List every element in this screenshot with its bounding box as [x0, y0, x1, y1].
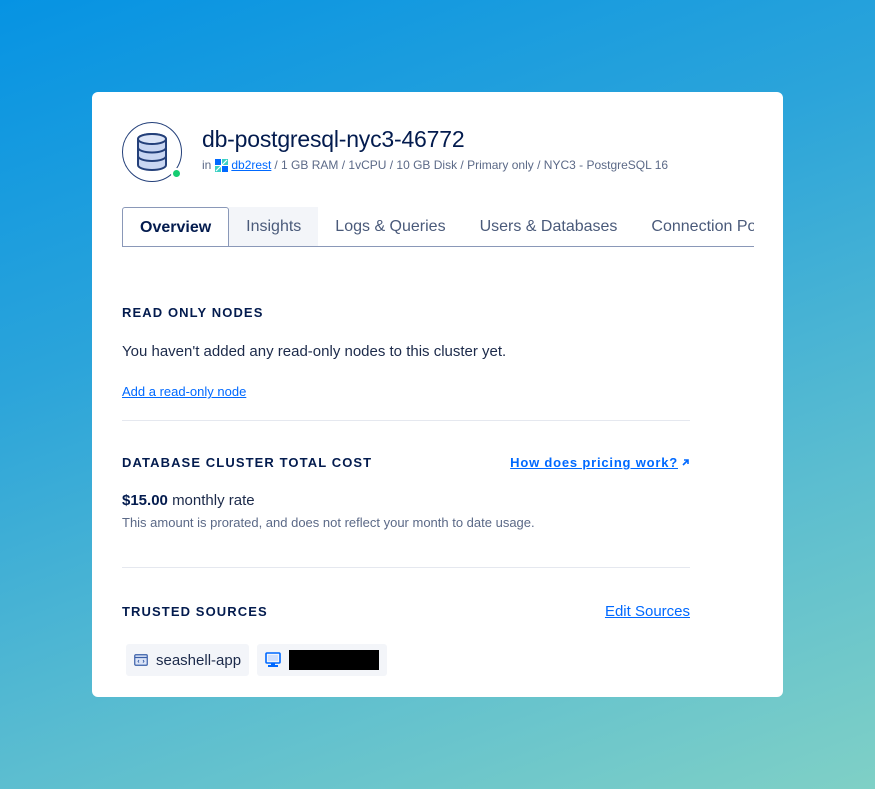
section-divider [122, 420, 690, 421]
external-link-icon [682, 459, 689, 466]
pricing-info-link[interactable]: How does pricing work? [510, 455, 678, 470]
read-only-nodes-title: READ ONLY NODES [122, 305, 264, 320]
price-rate-label: monthly rate [172, 492, 255, 509]
tab-logs-queries[interactable]: Logs & Queries [318, 207, 462, 246]
database-icon [137, 133, 167, 171]
cluster-header: db-postgresql-nyc3-46772 in db2rest / 1 … [122, 122, 753, 182]
trusted-sources-title: TRUSTED SOURCES [122, 604, 268, 619]
cluster-cost-title: DATABASE CLUSTER TOTAL COST [122, 455, 373, 470]
tab-users-databases[interactable]: Users & Databases [463, 207, 635, 246]
read-only-nodes-section: READ ONLY NODES You haven't added any re… [122, 305, 690, 401]
read-only-empty-message: You haven't added any read-only nodes to… [122, 343, 507, 360]
price-amount: $15.00 [122, 492, 168, 509]
section-divider [122, 567, 690, 568]
redacted-source-label [289, 650, 380, 670]
trusted-sources-section: TRUSTED SOURCES Edit Sources seashell-ap… [122, 603, 690, 676]
price-note: This amount is prorated, and does not re… [122, 515, 535, 530]
trusted-source-chip[interactable] [257, 644, 388, 676]
trusted-source-chip[interactable]: seashell-app [126, 644, 250, 676]
cluster-specs: / 1 GB RAM / 1vCPU / 10 GB Disk / Primar… [274, 158, 669, 172]
cluster-cost-section: DATABASE CLUSTER TOTAL COST How does pri… [122, 455, 690, 530]
monthly-price: $15.00 monthly rate [122, 492, 690, 509]
add-read-only-node-link[interactable]: Add a read-only node [122, 384, 246, 399]
tab-overview[interactable]: Overview [122, 207, 230, 246]
project-link[interactable]: db2rest [231, 158, 271, 172]
page-title: db-postgresql-nyc3-46772 [202, 126, 465, 152]
meta-prefix: in [202, 158, 212, 172]
droplet-monitor-icon [265, 652, 281, 667]
app-icon [134, 654, 148, 666]
trusted-sources-list: seashell-app [126, 644, 690, 676]
tab-insights[interactable]: Insights [229, 207, 319, 246]
cluster-meta: in db2rest / 1 GB RAM / 1vCPU / 10 GB Di… [202, 158, 668, 172]
status-online-indicator [171, 168, 182, 179]
database-cluster-card: db-postgresql-nyc3-46772 in db2rest / 1 … [92, 92, 783, 697]
database-avatar [122, 122, 182, 182]
tab-connection-pools[interactable]: Connection Poo [634, 207, 754, 246]
trusted-source-label: seashell-app [156, 651, 242, 669]
project-icon [215, 158, 229, 172]
tab-bar: Overview Insights Logs & Queries Users & Da… [122, 207, 754, 247]
edit-sources-link[interactable]: Edit Sources [605, 603, 690, 620]
